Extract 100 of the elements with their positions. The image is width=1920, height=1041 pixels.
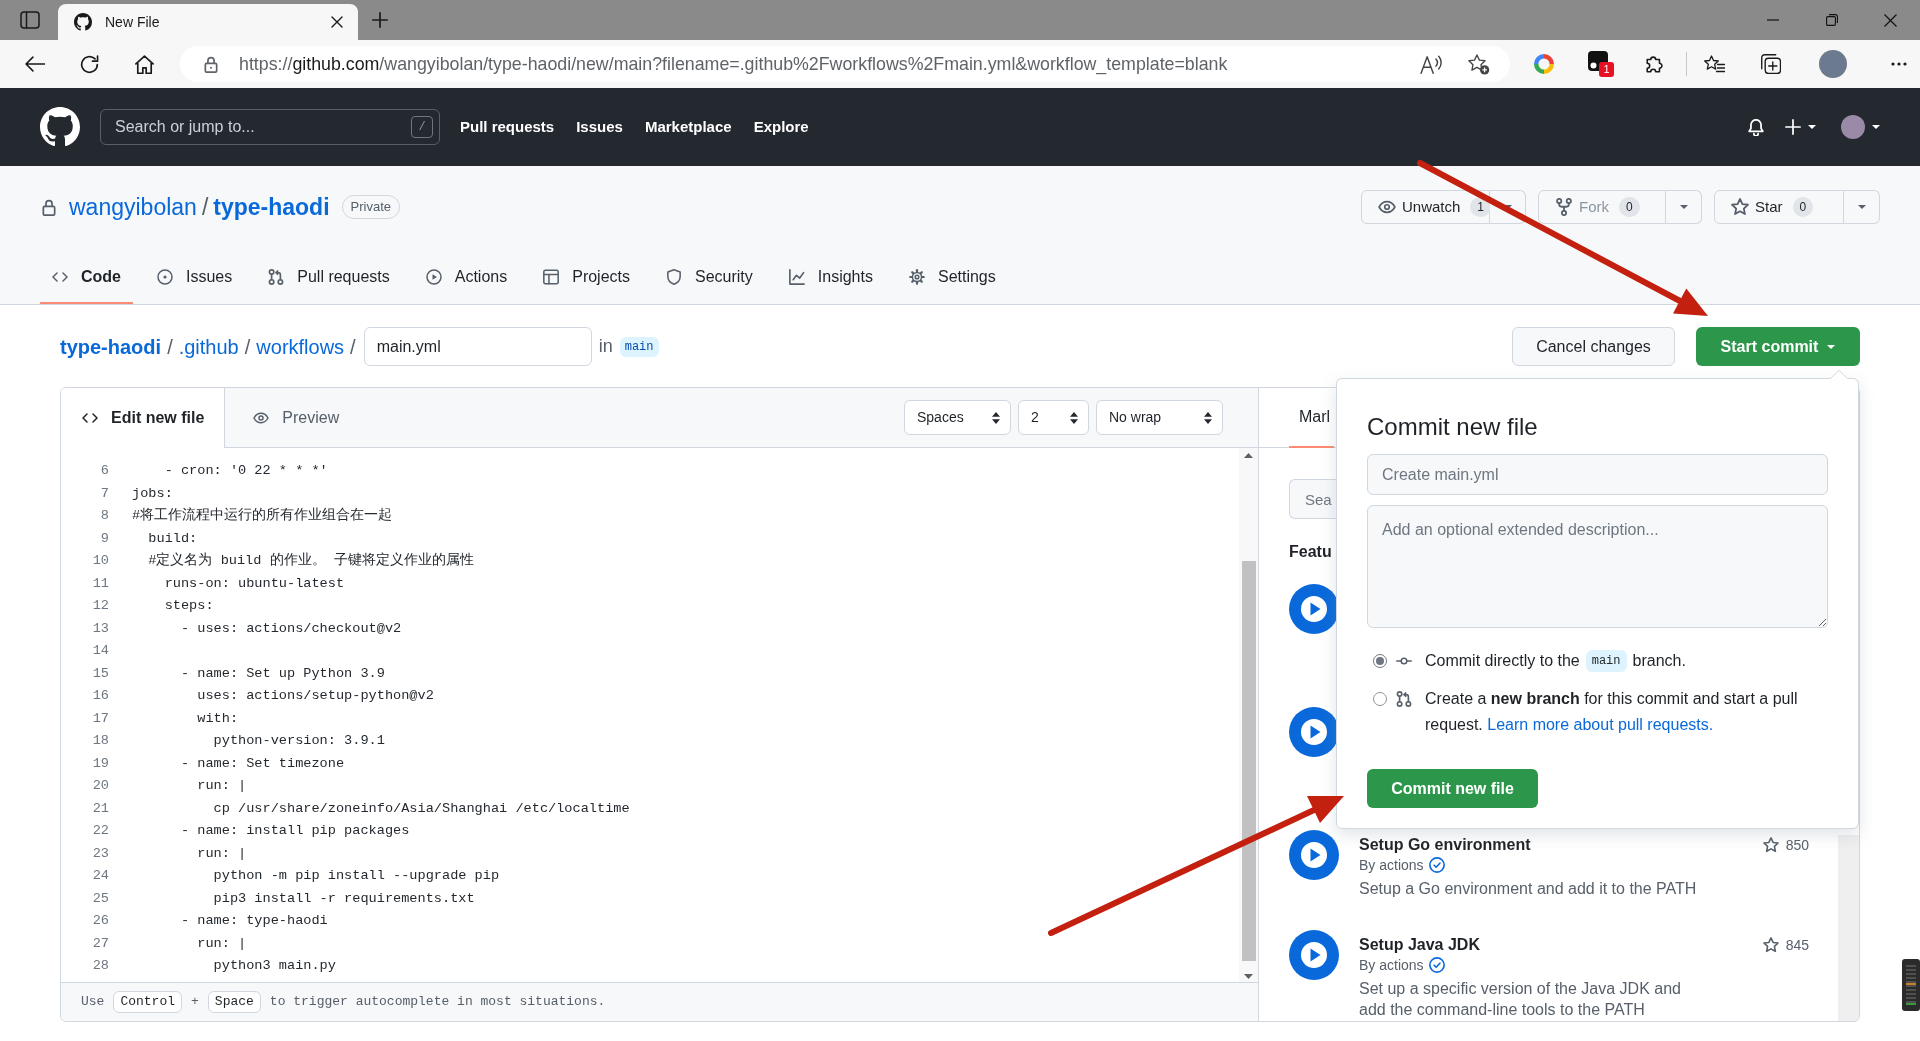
- action-title[interactable]: Setup Go environment: [1359, 835, 1531, 855]
- caret-icon: [1872, 125, 1880, 129]
- star-button[interactable]: Star 0: [1714, 190, 1844, 224]
- dropdown-select[interactable]: 2: [1018, 400, 1089, 435]
- shortcut-key: /: [411, 116, 433, 138]
- shield-icon: [666, 269, 682, 285]
- code-line: - uses: actions/checkout@v2: [179, 619, 402, 638]
- star-plus-icon[interactable]: [1468, 53, 1490, 75]
- line-number: 24: [92, 867, 109, 886]
- caret-icon: [1503, 205, 1512, 209]
- breadcrumb-link[interactable]: workflows: [256, 331, 345, 362]
- repo-name-link[interactable]: type-haodi: [213, 189, 330, 225]
- home-icon[interactable]: [135, 54, 154, 74]
- code-line: - name: type-haodi: [179, 912, 328, 931]
- line-number: 23: [92, 844, 109, 863]
- browser-tab[interactable]: New File: [58, 4, 358, 40]
- code-line: build:: [147, 529, 198, 548]
- play-icon[interactable]: [1289, 584, 1339, 634]
- line-number: 16: [92, 687, 109, 706]
- editor-tab[interactable]: Preview: [225, 388, 360, 447]
- code-icon: [82, 410, 98, 426]
- repo-tab[interactable]: Projects: [531, 252, 642, 304]
- verified-check-icon: [1428, 957, 1445, 973]
- scrollbar-thumb[interactable]: [1241, 561, 1256, 961]
- filename-field[interactable]: main.yml: [363, 327, 592, 366]
- editor-tab[interactable]: Edit new file: [61, 388, 226, 448]
- updown-caret-icon: [1070, 411, 1078, 424]
- start-commit-button[interactable]: Start commit: [1696, 327, 1860, 366]
- radio-button[interactable]: [1373, 692, 1387, 706]
- dropdown-select[interactable]: No wrap: [1096, 400, 1223, 435]
- repo-tab[interactable]: Code: [40, 252, 133, 304]
- branch-prefix-text: in: [598, 335, 613, 358]
- panel-tab[interactable]: Marl: [1289, 388, 1335, 448]
- puzzle-icon[interactable]: [1645, 54, 1665, 74]
- close-icon[interactable]: [331, 16, 343, 28]
- scrollbar[interactable]: [1239, 448, 1258, 982]
- collections-icon[interactable]: [1761, 54, 1781, 74]
- github-logo-icon[interactable]: [40, 107, 80, 147]
- repo-tab[interactable]: Insights: [776, 252, 885, 304]
- code-line: python -m pip install --upgrade pip: [212, 867, 500, 886]
- path-separator: /: [244, 334, 251, 360]
- star-icon: [1731, 198, 1749, 216]
- breadcrumb-link[interactable]: type-haodi: [60, 331, 162, 362]
- scrollbar[interactable]: [1838, 835, 1859, 1021]
- branch-label: main: [1585, 650, 1627, 672]
- play-icon[interactable]: [1289, 707, 1339, 757]
- github-logo-icon: [74, 13, 92, 31]
- bell-icon[interactable]: [1748, 118, 1764, 136]
- commit-summary-field[interactable]: Create main.yml: [1367, 454, 1828, 495]
- radio-button[interactable]: [1373, 654, 1387, 668]
- color-ring-icon[interactable]: [1534, 54, 1554, 74]
- line-number: 15: [92, 664, 109, 683]
- back-arrow-icon[interactable]: [24, 56, 45, 72]
- repo-tab[interactable]: Security: [654, 252, 765, 304]
- code-line: #定义名为 build 的作业。 子键将定义作业的属性: [147, 551, 474, 571]
- author-text: By actions: [1359, 955, 1424, 975]
- dropdown-select[interactable]: Spaces: [904, 400, 1011, 435]
- line-number: 13: [92, 619, 109, 638]
- profile-avatar[interactable]: [1819, 50, 1847, 78]
- nav-link[interactable]: Marketplace: [644, 115, 732, 139]
- play-icon[interactable]: [1289, 930, 1339, 980]
- table-icon: [543, 269, 560, 285]
- nav-link[interactable]: Pull requests: [460, 115, 555, 139]
- star-count: 850: [1785, 835, 1809, 855]
- scroll-down-icon[interactable]: [1244, 974, 1253, 979]
- watch-button[interactable]: Unwatch 1: [1361, 190, 1490, 224]
- favorites-list-icon[interactable]: [1704, 54, 1725, 74]
- cancel-button[interactable]: Cancel changes: [1512, 327, 1675, 366]
- owner-link[interactable]: wangyibolan: [69, 189, 197, 225]
- breadcrumb-link[interactable]: .github: [178, 331, 239, 362]
- action-title[interactable]: Setup Java JDK: [1359, 935, 1480, 955]
- more-icon[interactable]: [1891, 62, 1907, 66]
- restore-icon[interactable]: [1825, 14, 1838, 26]
- option-text: branch.: [1632, 651, 1686, 671]
- help-link[interactable]: Learn more about pull requests.: [1487, 716, 1714, 733]
- section-heading: Featu: [1289, 542, 1332, 562]
- repo-tab[interactable]: Settings: [896, 252, 1008, 304]
- avatar[interactable]: [1841, 115, 1865, 139]
- caret-icon: [1808, 125, 1816, 129]
- meter-widget-icon: [1902, 959, 1920, 1011]
- commit-description-field[interactable]: Add an optional extended description...: [1367, 505, 1828, 628]
- nav-link[interactable]: Explore: [753, 115, 809, 139]
- sidebar-panel-icon[interactable]: [20, 11, 40, 29]
- dialog-title: Commit new file: [1367, 412, 1539, 442]
- updown-caret-icon: [1204, 411, 1212, 424]
- code-line: - cron: '0 22 * * *': [163, 462, 328, 481]
- hint-text: +: [191, 993, 199, 1012]
- repo-tab[interactable]: Issues: [145, 252, 245, 304]
- address-bar[interactable]: https://github.com/wangyibolan/type-haodi/new/main?filename=.github%2Fworkflows%2Fmain.yml&workflow_template=blank: [180, 46, 1510, 82]
- repo-tab[interactable]: Pull requests: [256, 252, 402, 304]
- read-aloud-icon[interactable]: [1420, 54, 1442, 74]
- code-line: run: |: [196, 777, 247, 796]
- refresh-icon[interactable]: [80, 54, 99, 74]
- commit-button[interactable]: Commit new file: [1367, 769, 1538, 808]
- scroll-up-icon[interactable]: [1244, 453, 1253, 458]
- nav-link[interactable]: Issues: [576, 115, 623, 139]
- repo-tab[interactable]: Actions: [413, 252, 520, 304]
- play-icon[interactable]: [1289, 830, 1339, 880]
- minimize-icon[interactable]: [1766, 19, 1779, 21]
- url-text[interactable]: https://github.com/wangyibolan/type-haodi/new/main?filename=.github%2Fworkflows%2Fmain.yml&workflow_template=blank: [239, 50, 1228, 78]
